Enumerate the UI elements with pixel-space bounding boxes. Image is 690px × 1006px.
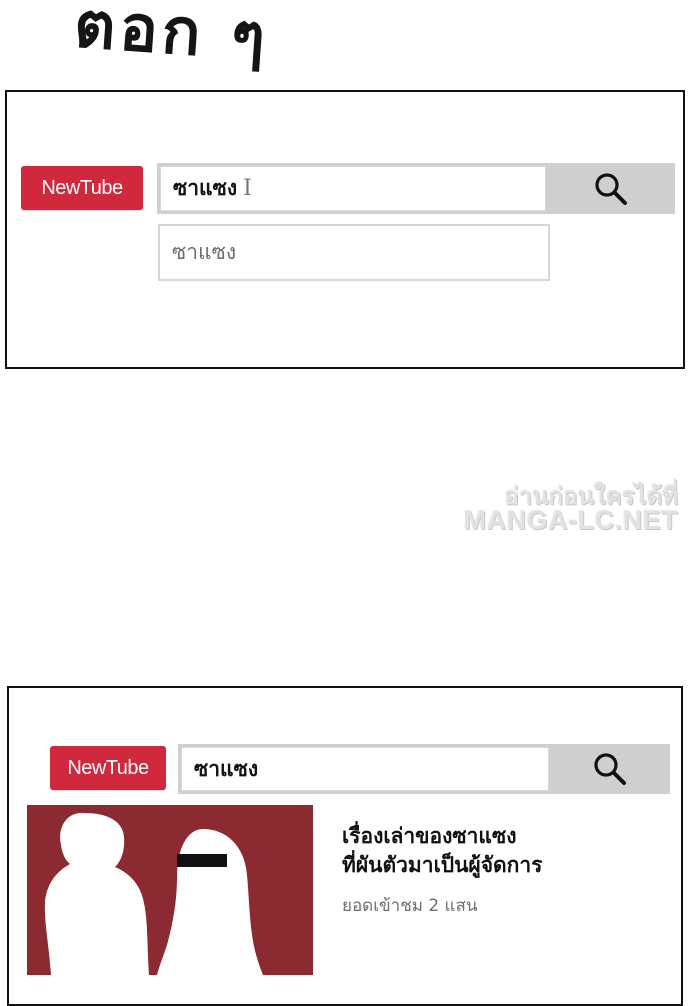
video-thumbnail[interactable] [27, 805, 313, 975]
newtube-logo[interactable]: NewTube [21, 166, 143, 210]
search-input[interactable]: ซาแซง I [160, 166, 546, 211]
autocomplete-suggestion[interactable]: ซาแซง [158, 224, 550, 281]
search-icon [594, 172, 627, 205]
search-input-value: ซาแซง [173, 176, 238, 200]
video-title-line-2: ที่ผันตัวมาเป็นผู้จัดการ [342, 853, 543, 877]
view-count: ยอดเข้าชม 2 แสน [342, 896, 478, 916]
panel-search-result: NewTube ซาแซง เรื่องเล่าของซาแซง ที่ผันต… [7, 686, 683, 1006]
search-bar: ซาแซง [178, 744, 670, 794]
silhouette-illustration [44, 812, 263, 975]
text-cursor-icon: I [243, 176, 252, 201]
video-title[interactable]: เรื่องเล่าของซาแซง ที่ผันตัวมาเป็นผู้จัด… [342, 822, 662, 880]
watermark-line-2: MANGA-LC.NET [463, 505, 678, 535]
search-input-value: ซาแซง [194, 756, 259, 781]
search-input[interactable]: ซาแซง [181, 747, 549, 791]
search-bar: ซาแซง I [157, 163, 675, 214]
search-button[interactable] [549, 752, 670, 786]
newtube-logo[interactable]: NewTube [50, 746, 166, 790]
panel-search-typing: NewTube ซาแซง I ซาแซง [5, 90, 685, 369]
chapter-title: ตอก ๆ [71, 0, 272, 76]
search-icon [593, 753, 626, 785]
video-title-line-1: เรื่องเล่าของซาแซง [342, 824, 517, 848]
search-button[interactable] [546, 172, 675, 206]
